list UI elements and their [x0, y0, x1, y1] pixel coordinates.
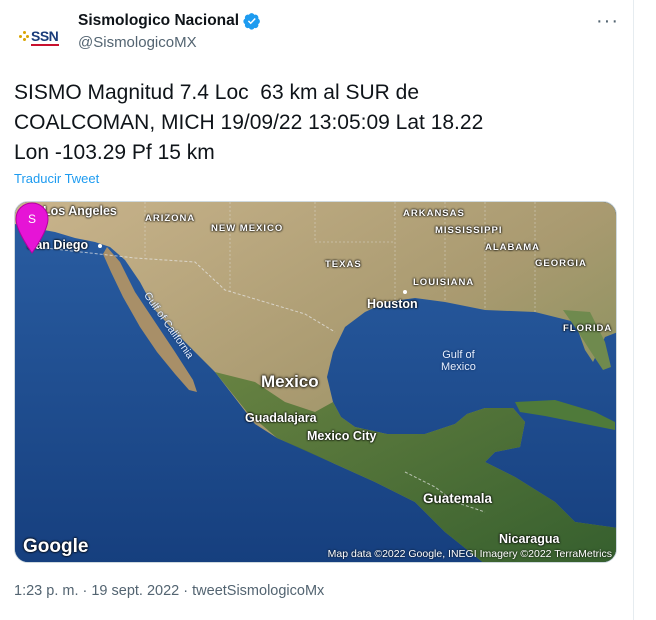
label-louisiana: LOUISIANA — [413, 277, 475, 288]
label-guatemala: Guatemala — [423, 491, 493, 506]
ssn-logo: SSN — [19, 25, 61, 47]
label-new-mexico: NEW MEXICO — [211, 223, 284, 234]
tweet-timestamp[interactable]: 1:23 p. m. · 19 sept. 2022 · tweetSismol… — [14, 583, 324, 599]
map-image[interactable]: Los Angeles San Diego ARIZONA NEW MEXICO… — [14, 201, 617, 563]
logo-dots — [19, 31, 29, 41]
label-nicaragua: Nicaragua — [499, 532, 560, 546]
avatar[interactable]: SSN — [14, 10, 66, 62]
marker-letter: S — [28, 212, 36, 226]
more-options-icon[interactable]: ··· — [596, 10, 619, 33]
label-mississippi: MISSISSIPPI — [435, 225, 503, 236]
label-arkansas: ARKANSAS — [403, 208, 465, 219]
label-mexico-city: Mexico City — [307, 429, 377, 443]
map-pin-icon[interactable]: S — [15, 202, 49, 254]
city-dot — [403, 290, 407, 294]
label-houston: Houston — [367, 297, 418, 311]
verified-badge-icon — [243, 13, 260, 30]
handle[interactable]: @SismologicoMX — [78, 34, 197, 51]
label-alabama: ALABAMA — [485, 242, 541, 253]
label-guadalajara: Guadalajara — [245, 411, 317, 425]
label-texas: TEXAS — [325, 259, 362, 270]
google-logo: Google — [23, 536, 89, 557]
translate-link[interactable]: Traducir Tweet — [14, 171, 99, 186]
label-mexico: Mexico — [261, 372, 319, 391]
tweet-card: SSN Sismologico Nacional @SismologicoMX … — [0, 0, 634, 620]
label-los-angeles: Los Angeles — [43, 204, 117, 218]
label-georgia: GEORGIA — [535, 258, 587, 269]
display-name[interactable]: Sismologico Nacional — [78, 12, 239, 30]
label-florida: FLORIDA — [563, 323, 613, 334]
label-gulf-of-mexico: Gulf of Mexico — [441, 349, 476, 373]
avatar-text: SSN — [31, 28, 59, 44]
label-arizona: ARIZONA — [145, 213, 196, 224]
author-name-row: Sismologico Nacional — [78, 12, 261, 30]
tweet-text: SISMO Magnitud 7.4 Loc 63 km al SUR de C… — [14, 81, 484, 164]
logo-bar — [31, 44, 59, 46]
map-attribution[interactable]: Map data ©2022 Google, INEGI Imagery ©20… — [328, 548, 612, 560]
city-dot — [98, 244, 102, 248]
